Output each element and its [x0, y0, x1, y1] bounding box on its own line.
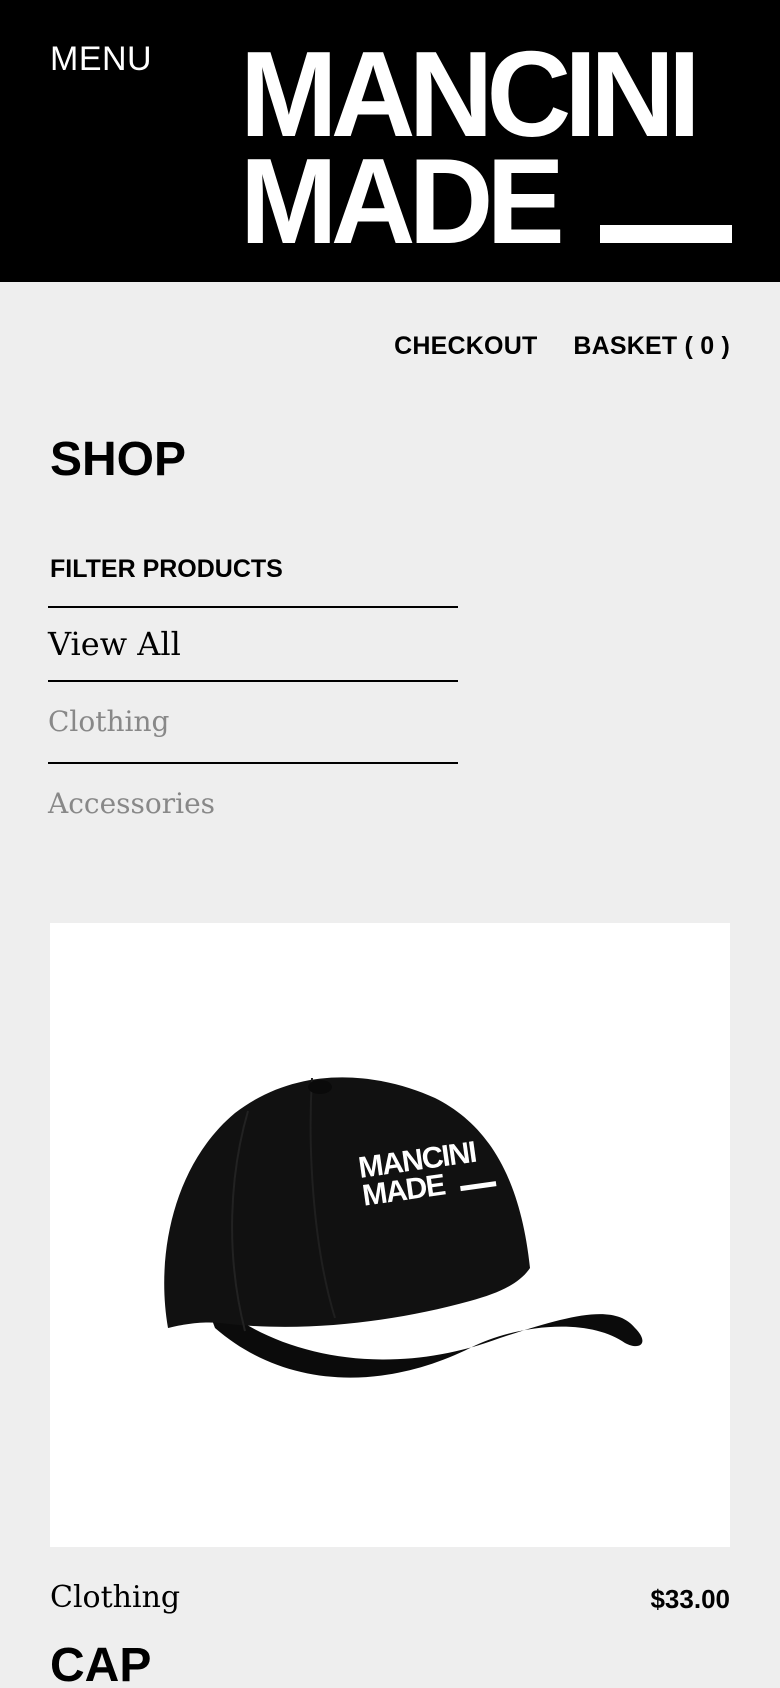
filter-accessories[interactable]: Accessories	[48, 764, 458, 844]
site-header: MENU MANCINI MADE	[0, 0, 780, 282]
shop-nav: CHECKOUT BASKET ( 0 )	[394, 332, 730, 361]
filter-heading: FILTER PRODUCTS	[50, 555, 283, 583]
product-image-card[interactable]: MANCINI MADE	[50, 923, 730, 1547]
filter-clothing[interactable]: Clothing	[48, 682, 458, 762]
baseball-cap-image: MANCINI MADE	[164, 1077, 643, 1378]
logo-underscore-bar	[600, 225, 732, 243]
menu-button[interactable]: MENU	[50, 40, 152, 79]
product-name[interactable]: CAP	[50, 1638, 151, 1688]
filter-list: View All Clothing Accessories	[48, 606, 458, 844]
site-logo[interactable]: MANCINI MADE	[240, 28, 732, 262]
product-price: $33.00	[650, 1584, 730, 1614]
basket-link[interactable]: BASKET ( 0 )	[573, 332, 730, 361]
logo-line-2: MADE	[240, 133, 565, 269]
page-title: SHOP	[50, 433, 187, 486]
checkout-link[interactable]: CHECKOUT	[394, 332, 537, 361]
product-category: Clothing	[50, 1580, 181, 1615]
filter-view-all[interactable]: View All	[48, 608, 458, 680]
